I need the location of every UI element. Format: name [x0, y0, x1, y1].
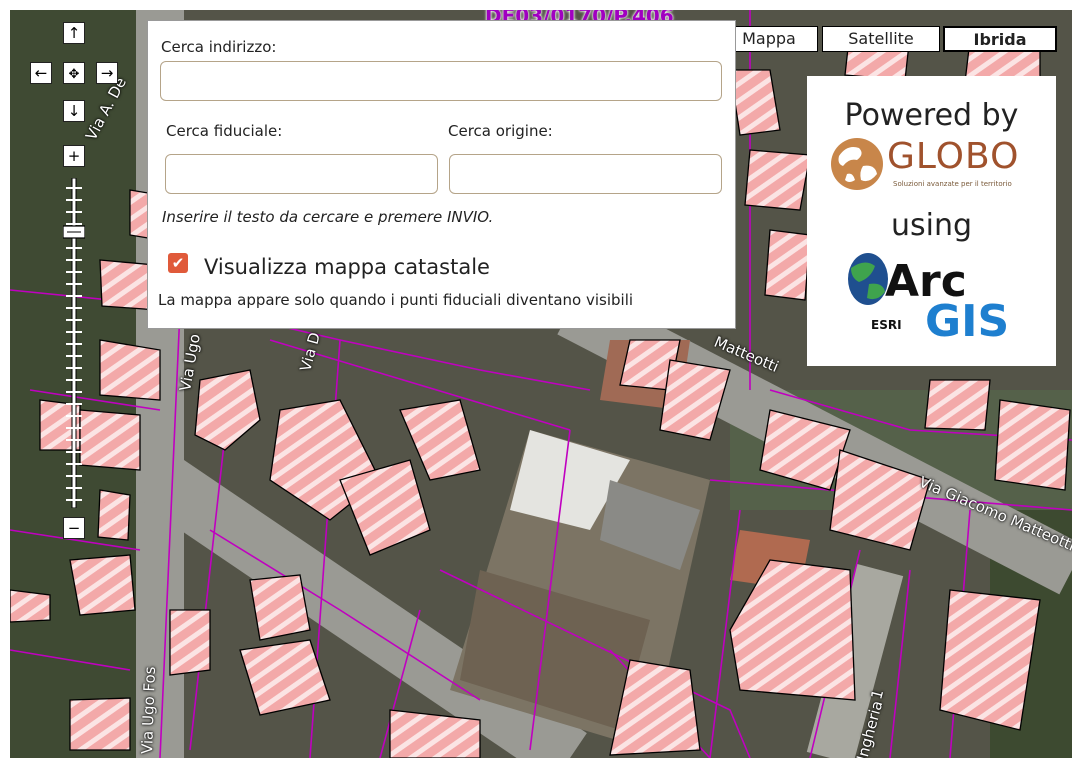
globo-globe-icon — [831, 138, 883, 190]
arrow-right-icon: → — [100, 64, 114, 82]
checkmark-icon: ✔ — [171, 254, 185, 272]
map-label-via-ugo-foscolo: Via Ugo Fos — [138, 666, 160, 755]
fiducial-search-label: Cerca fiduciale: — [166, 122, 283, 140]
search-panel: Cerca indirizzo: Cerca fiduciale: Cerca … — [147, 20, 736, 329]
zoom-out-label: − — [67, 519, 81, 537]
pan-right-button[interactable]: → — [96, 62, 118, 84]
arrow-down-icon: ↓ — [67, 102, 81, 120]
zoom-in-button[interactable]: + — [63, 145, 85, 167]
cadastral-map-label[interactable]: Visualizza mappa catastale — [204, 255, 490, 279]
address-search-input[interactable] — [160, 61, 722, 101]
pan-center-button[interactable]: ✥ — [63, 62, 85, 84]
globo-tagline: Soluzioni avanzate per il territorio — [893, 180, 1012, 188]
cadastral-map-checkbox[interactable]: ✔ — [168, 253, 188, 273]
powered-by-panel: Powered by GLOBO Soluzioni avanzate per … — [807, 76, 1056, 366]
fiducial-search-input[interactable] — [165, 154, 438, 194]
move-center-icon: ✥ — [68, 67, 80, 82]
pan-left-button[interactable]: ← — [30, 62, 52, 84]
origin-search-label: Cerca origine: — [448, 122, 553, 140]
pan-up-button[interactable]: ↑ — [63, 22, 85, 44]
map-type-ibrida-button[interactable]: Ibrida — [943, 26, 1057, 52]
zoom-out-button[interactable]: − — [63, 517, 85, 539]
esri-logo-text: ESRI — [871, 318, 902, 332]
arrow-up-icon: ↑ — [67, 24, 81, 42]
origin-search-input[interactable] — [449, 154, 722, 194]
arrow-left-icon: ← — [34, 64, 48, 82]
zoom-in-label: + — [67, 147, 81, 165]
globo-logo-text: GLOBO — [887, 136, 1020, 177]
powered-by-text: Powered by — [844, 98, 1019, 133]
zoom-slider-scale — [62, 177, 86, 509]
cadastral-map-note: La mappa appare solo quando i punti fidu… — [158, 291, 634, 309]
address-search-label: Cerca indirizzo: — [161, 38, 277, 56]
using-text: using — [890, 208, 973, 243]
gis-logo-text: GIS — [925, 296, 1010, 347]
zoom-slider[interactable] — [62, 177, 86, 509]
search-hint: Inserire il testo da cercare e premere I… — [162, 208, 494, 226]
pan-down-button[interactable]: ↓ — [63, 100, 85, 122]
map-type-satellite-button[interactable]: Satellite — [822, 26, 940, 52]
